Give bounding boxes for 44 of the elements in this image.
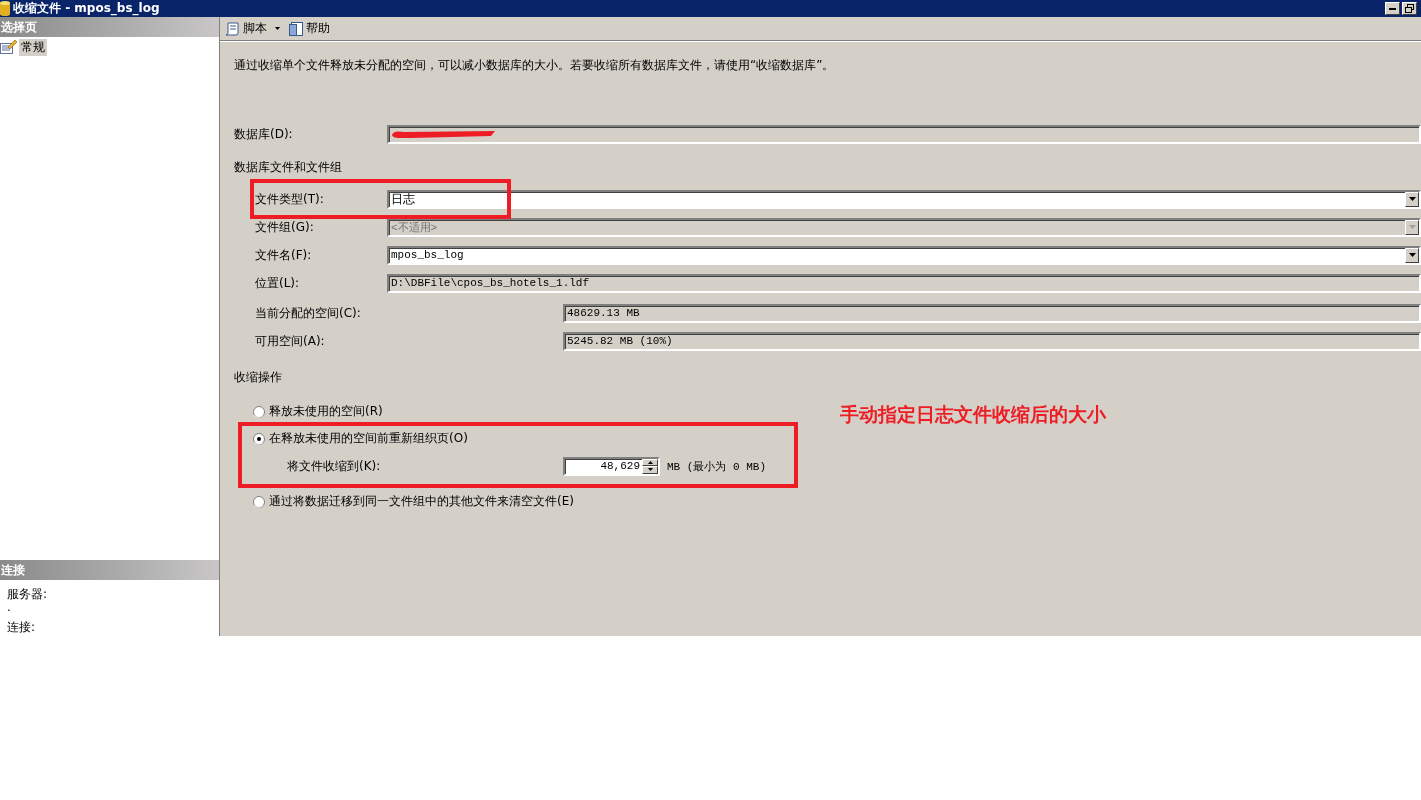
caret-icon: [275, 27, 280, 30]
field-label: 文件类型(T):: [254, 190, 325, 208]
minimize-button[interactable]: [1385, 2, 1400, 15]
connection-value: .: [7, 603, 12, 613]
number-spin-field[interactable]: 48,629: [563, 456, 660, 476]
readonly-field[interactable]: 48629.13 MB: [563, 303, 1421, 323]
connection-label: 连接:: [7, 619, 37, 636]
radio-button[interactable]: [253, 405, 265, 418]
scroll-icon: [225, 20, 241, 37]
database-icon: [0, 1, 10, 16]
field-label: 数据库(D):: [234, 125, 294, 143]
page-item[interactable]: 常规: [19, 38, 47, 56]
annotation-text: 手动指定日志文件收缩后的大小: [840, 402, 1106, 427]
radio-button[interactable]: [253, 495, 265, 508]
radio-button[interactable]: [253, 432, 265, 445]
section-header: 连接: [0, 560, 219, 580]
group-title: 收缩操作: [234, 369, 282, 386]
restore-icon: [1405, 4, 1414, 13]
radio-label[interactable]: 在释放未使用的空间前重新组织页(O): [269, 430, 468, 447]
radio-label[interactable]: 释放未使用的空间(R): [269, 403, 383, 420]
unit-label: MB (最小为 0 MB): [667, 459, 766, 474]
readonly-field[interactable]: 5245.82 MB (10%): [563, 331, 1421, 351]
script-dropdown-button[interactable]: 脚本: [223, 20, 282, 37]
dropdown-field[interactable]: mpos_bs_log: [387, 245, 1421, 265]
section-header: 选择页: [0, 17, 219, 37]
description-text: 通过收缩单个文件释放未分配的空间，可以减小数据库的大小。若要收缩所有数据库文件，请使用“收缩数据库”。: [234, 57, 836, 74]
help-button[interactable]: 帮助: [286, 20, 332, 37]
field-label: 当前分配的空间(C):: [254, 304, 362, 322]
radio-label[interactable]: 通过将数据迁移到同一文件组中的其他文件来清空文件(E): [269, 493, 574, 510]
window-title: 收缩文件 - mpos_bs_log: [13, 0, 161, 17]
field-label: 位置(L):: [254, 274, 301, 292]
minimize-icon: [1389, 7, 1396, 10]
field-label: 将文件收缩到(K):: [287, 457, 382, 475]
field-label: 文件组(G):: [254, 218, 315, 236]
field-label: 可用空间(A):: [254, 332, 326, 350]
restore-button[interactable]: [1402, 2, 1417, 15]
help-book-icon: [288, 20, 304, 37]
field-label: 文件名(F):: [254, 246, 313, 264]
dropdown-field[interactable]: 日志: [387, 189, 1421, 209]
readonly-field[interactable]: [387, 124, 1421, 144]
connection-label: 服务器:: [7, 586, 49, 603]
readonly-field[interactable]: D:\DBFile\cpos_bs_hotels_1.ldf: [387, 273, 1421, 293]
spin-arrows-icon[interactable]: [642, 458, 658, 474]
group-title: 数据库文件和文件组: [234, 159, 342, 176]
